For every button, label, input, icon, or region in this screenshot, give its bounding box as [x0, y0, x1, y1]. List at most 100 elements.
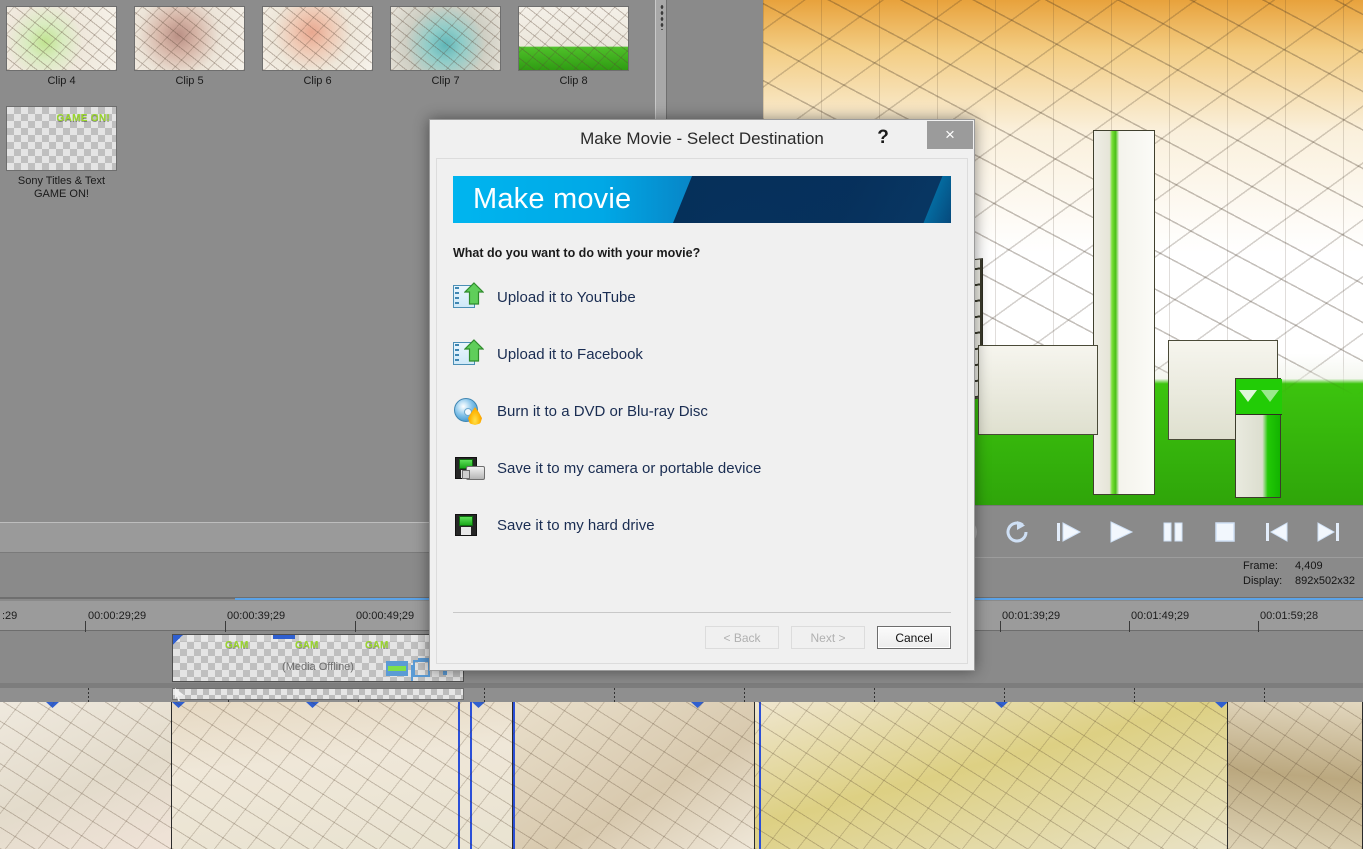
ruler-tick	[1258, 621, 1259, 632]
destination-upload-facebook[interactable]: Upload it to Facebook	[453, 335, 967, 373]
clip-thumbnail[interactable]	[390, 6, 501, 71]
trimmer-scrub-rail[interactable]	[0, 688, 1363, 702]
destination-save-camera[interactable]: Save it to my camera or portable device	[453, 449, 967, 487]
media-item-clip-5[interactable]: Clip 5	[134, 6, 245, 88]
pause-button[interactable]	[1155, 515, 1191, 549]
ruler-tick	[355, 621, 356, 632]
dialog-separator	[453, 612, 951, 613]
event-title-text: GAM	[295, 640, 318, 651]
destination-save-hard-drive[interactable]: Save it to my hard drive	[453, 506, 967, 544]
rail-tick	[1134, 688, 1135, 702]
clip-label: Sony Titles & Text GAME ON!	[6, 175, 117, 201]
rail-tick	[1004, 688, 1005, 702]
ruler-tick	[1129, 621, 1130, 632]
make-movie-dialog[interactable]: Make Movie - Select Destination ? × Make…	[429, 119, 975, 671]
dialog-body: Make movie What do you want to do with y…	[436, 158, 968, 664]
destination-label: Save it to my camera or portable device	[497, 460, 761, 477]
clip-label: Clip 5	[134, 75, 245, 88]
media-item-clip-4[interactable]: Clip 4	[6, 6, 117, 88]
next-button[interactable]: Next >	[791, 626, 865, 649]
ruler-tick	[225, 621, 226, 632]
floppy-camera-icon	[453, 452, 485, 484]
stop-button[interactable]	[1207, 515, 1243, 549]
trimmer-filmstrip-panel[interactable]	[0, 688, 1363, 849]
clip-label: Clip 4	[6, 75, 117, 88]
rail-tick	[88, 688, 89, 702]
frame-marker-icon	[1215, 702, 1228, 708]
film-strip-badge-icon[interactable]	[386, 661, 408, 676]
clip-thumbnail[interactable]	[134, 6, 245, 71]
destination-label: Burn it to a DVD or Blu-ray Disc	[497, 403, 708, 420]
clip-label: Clip 7	[390, 75, 501, 88]
ruler-tick	[85, 621, 86, 632]
scene-arch-1	[978, 345, 1098, 435]
scene-kiosk	[1235, 378, 1281, 498]
help-icon[interactable]: ?	[869, 124, 897, 152]
trimmer-frame[interactable]	[172, 702, 513, 849]
rail-tick	[1264, 688, 1265, 702]
crop-badge-icon[interactable]	[413, 660, 430, 677]
destination-burn-disc[interactable]: Burn it to a DVD or Blu-ray Disc	[453, 392, 967, 430]
scene-kiosk-head	[1236, 379, 1282, 415]
disc-burn-icon	[453, 395, 485, 427]
frame-boundary-line	[458, 702, 460, 849]
film-upload-icon	[453, 338, 485, 370]
scene-tower	[1093, 130, 1155, 495]
trimmer-frame[interactable]	[755, 702, 1228, 849]
clip-thumbnail[interactable]	[6, 6, 117, 71]
timeline-event-media-offline[interactable]: GAM GAM GAM (Media Offline)	[172, 634, 464, 682]
clip-thumbnail[interactable]: GAME ON!	[6, 106, 117, 171]
event-title-text: GAM	[365, 640, 388, 651]
event-selection-marker	[273, 635, 295, 639]
fade-in-handle[interactable]	[173, 635, 183, 645]
trimmer-frame[interactable]	[1228, 702, 1363, 849]
ruler-tick	[1000, 621, 1001, 632]
trimmer-frame-row[interactable]	[0, 702, 1363, 849]
media-item-clip-6[interactable]: Clip 6	[262, 6, 373, 88]
trimmer-frame[interactable]	[0, 702, 172, 849]
clip-label: Clip 6	[262, 75, 373, 88]
next-frame-button[interactable]	[1311, 515, 1347, 549]
splitter-grip-icon	[660, 4, 664, 30]
timecode-label: 00:01:59;28	[1260, 610, 1318, 622]
rail-tick	[614, 688, 615, 702]
cancel-button[interactable]: Cancel	[877, 626, 951, 649]
frame-marker-icon	[472, 702, 485, 708]
frame-marker-icon	[306, 702, 319, 708]
media-item-sony-titles-text[interactable]: GAME ON! Sony Titles & Text GAME ON!	[6, 106, 117, 201]
dialog-button-row[interactable]: < Back Next > Cancel	[453, 626, 951, 649]
event-title-text: GAM	[225, 640, 248, 651]
timecode-label: :29	[2, 610, 17, 622]
dialog-prompt: What do you want to do with your movie?	[453, 246, 951, 260]
loop-playback-button[interactable]	[999, 515, 1035, 549]
film-upload-icon	[453, 281, 485, 313]
timecode-label: 00:00:29;29	[88, 610, 146, 622]
trimmer-frame[interactable]	[513, 702, 755, 849]
previous-frame-button[interactable]	[1259, 515, 1295, 549]
game-on-overlay-text: GAME ON!	[56, 113, 110, 124]
media-bin-row-1: Clip 4 Clip 5 Clip 6 Clip 7 Clip 8	[6, 6, 629, 88]
destination-list[interactable]: Upload it to YouTube Upload it to Facebo…	[453, 278, 967, 544]
destination-label: Save it to my hard drive	[497, 517, 655, 534]
frame-marker-icon	[691, 702, 704, 708]
media-bin-row-2: GAME ON! Sony Titles & Text GAME ON!	[6, 106, 117, 201]
play-from-start-button[interactable]	[1051, 515, 1087, 549]
banner-diagonal-accent	[673, 176, 951, 223]
frame-boundary-line	[513, 702, 515, 849]
clip-thumbnail[interactable]	[262, 6, 373, 71]
frame-marker-icon	[995, 702, 1008, 708]
frame-value: 4,409	[1295, 559, 1323, 574]
media-item-clip-8[interactable]: Clip 8	[518, 6, 629, 88]
display-label: Display:	[1243, 574, 1295, 589]
timecode-label: 00:00:39;29	[227, 610, 285, 622]
play-button[interactable]	[1103, 515, 1139, 549]
clip-thumbnail[interactable]	[518, 6, 629, 71]
destination-upload-youtube[interactable]: Upload it to YouTube	[453, 278, 967, 316]
trimmer-selection-ghost[interactable]	[172, 688, 464, 700]
media-item-clip-7[interactable]: Clip 7	[390, 6, 501, 88]
back-button[interactable]: < Back	[705, 626, 779, 649]
dialog-title-bar[interactable]: Make Movie - Select Destination ? ×	[430, 120, 974, 158]
frame-boundary-line	[470, 702, 472, 849]
frame-label: Frame:	[1243, 559, 1295, 574]
close-icon[interactable]: ×	[927, 121, 973, 149]
